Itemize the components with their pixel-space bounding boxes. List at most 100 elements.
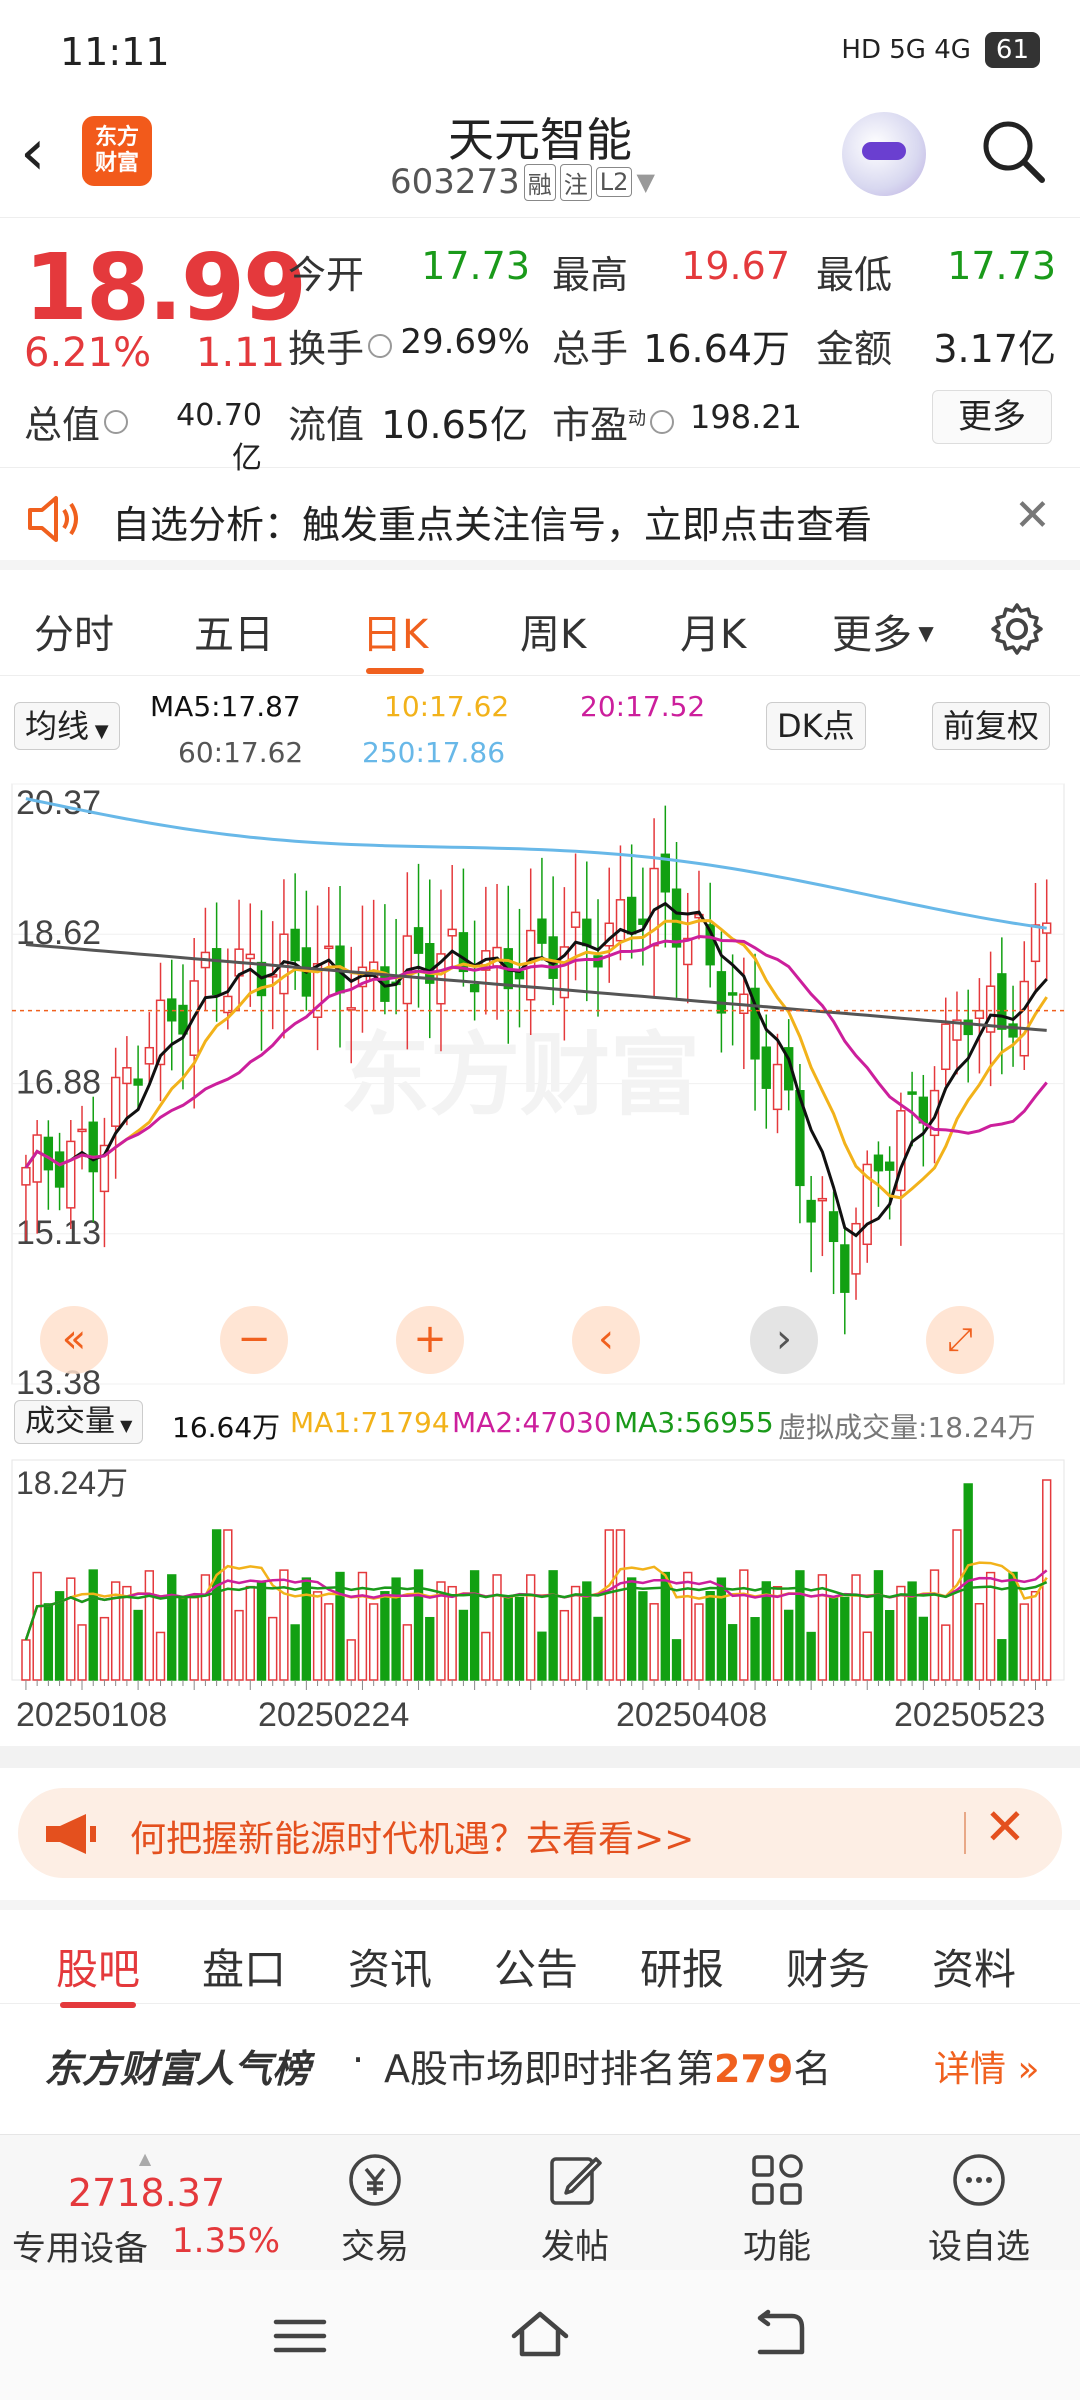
price-axis-label: 20.37 [16, 784, 101, 822]
volume-bar [234, 1609, 244, 1681]
close-icon[interactable]: ✕ [984, 1798, 1026, 1856]
stock-code-row[interactable]: 603273 融 注 L2 ▼ [390, 162, 655, 202]
tab-announcements[interactable]: 公告 [494, 1936, 578, 1997]
volume-bar [559, 1609, 570, 1681]
tab-research[interactable]: 研报 [640, 1936, 724, 1997]
rank-detail-link[interactable]: 详情 » [934, 2040, 1039, 2092]
candle-body [413, 927, 424, 954]
candle-body [245, 953, 255, 960]
volume-bar [391, 1577, 401, 1681]
ma10-label: 10:17.62 [384, 690, 510, 723]
volume-bar [54, 1591, 65, 1681]
volume-bar [346, 1639, 356, 1681]
ma-selector[interactable]: 均线 ▼ [14, 702, 120, 750]
volume-bar [1030, 1590, 1041, 1681]
info-icon[interactable] [650, 410, 675, 434]
volume-bar [985, 1571, 996, 1681]
volume-value-label: 16.64万 [172, 1411, 281, 1444]
promo-banner[interactable]: 何把握新能源时代机遇？去看看>> ✕ [18, 1788, 1062, 1878]
tab-pankou[interactable]: 盘口 [202, 1936, 286, 1997]
info-icon[interactable] [104, 410, 129, 434]
menu-icon[interactable] [270, 2314, 330, 2358]
volume-bar [122, 1585, 132, 1681]
assistant-robot-icon[interactable] [842, 112, 926, 196]
candle-body [110, 1076, 121, 1127]
promo-text: 何把握新能源时代机遇？去看看>> [130, 1819, 695, 1860]
open-value: 17.73 [421, 244, 530, 288]
tab-more[interactable]: 更多 ▼ [832, 602, 934, 660]
scroll-left-button[interactable]: ‹ [572, 1306, 640, 1374]
forward-adjust-button[interactable]: 前复权 [932, 702, 1051, 750]
status-time: 11:11 [60, 30, 170, 74]
tab-weekly-k[interactable]: 周K [520, 602, 586, 660]
gear-icon[interactable] [990, 602, 1044, 656]
volume-chart[interactable]: 18.24万 20250108 20250224 20250408 20250523 [0, 1452, 1080, 1772]
zoom-out-button[interactable]: − [220, 1306, 288, 1374]
search-icon[interactable] [978, 116, 1048, 186]
status-icons: HD 5G 4G 61 [841, 32, 1040, 68]
tab-guba[interactable]: 股吧 [56, 1936, 140, 2008]
status-bar: 11:11 HD 5G 4G 61 [0, 0, 1080, 100]
volume-bar [245, 1585, 255, 1681]
scroll-far-left-button[interactable]: « [40, 1306, 108, 1374]
stock-code: 603273 [390, 162, 520, 202]
popularity-rank[interactable]: 东方财富人气榜 · A股市场即时排名第279名 详情 » [0, 2004, 1080, 2114]
info-icon[interactable] [368, 334, 393, 358]
registration-tag: 注 [559, 163, 592, 201]
trade-button[interactable]: 交易 [300, 2149, 450, 2268]
candlestick-chart[interactable]: 20.3718.6216.8815.1313.38东方财富 [0, 776, 1080, 1456]
candle-body [570, 911, 581, 928]
ma250-line [25, 797, 1047, 930]
fullscreen-icon[interactable]: ⤢ [926, 1306, 994, 1374]
high-label: 最高 [552, 253, 629, 297]
functions-button[interactable]: 功能 [702, 2149, 852, 2268]
candle-body [211, 948, 222, 996]
eastmoney-logo[interactable]: 东方 财富 [82, 116, 152, 186]
content-tabs: 股吧 盘口 资讯 公告 研报 财务 资料 [0, 1900, 1080, 2008]
more-button[interactable]: 更多 [932, 390, 1052, 444]
volume-bar [873, 1570, 884, 1681]
back-icon[interactable] [748, 2308, 808, 2360]
tab-intraday[interactable]: 分时 [34, 602, 114, 660]
analysis-notice[interactable]: 自选分析：触发重点关注信号，立即点击查看 ✕ [0, 468, 1080, 570]
volume-value: 16.64万 [643, 327, 790, 371]
sector-pct: 1.35% [172, 2221, 281, 2261]
dropdown-icon: ▼ [89, 721, 109, 742]
volume-bar [155, 1631, 166, 1681]
signal-indicators: HD 5G 4G [841, 35, 971, 65]
volume-bar [189, 1596, 199, 1681]
candle-body [54, 1151, 65, 1188]
amount-value: 3.17亿 [933, 327, 1056, 371]
tab-monthly-k[interactable]: 月K [680, 602, 746, 660]
dropdown-icon: ▼ [912, 621, 934, 645]
scroll-right-button[interactable]: › [750, 1306, 818, 1374]
candle-body [840, 1244, 850, 1293]
candle-body [1030, 924, 1041, 963]
volume-bar [626, 1577, 637, 1681]
ma250-label: 250:17.86 [362, 736, 506, 769]
volume-bar [593, 1616, 603, 1681]
volume-bar [952, 1529, 962, 1681]
tab-five-day[interactable]: 五日 [194, 602, 274, 660]
volume-bar [88, 1569, 98, 1681]
volume-bar [570, 1585, 581, 1681]
add-watchlist-button[interactable]: 设自选 [904, 2149, 1054, 2268]
zoom-in-button[interactable]: + [396, 1306, 464, 1374]
dk-point-button[interactable]: DK点 [766, 702, 866, 750]
candle-body [907, 1091, 917, 1095]
tab-profile[interactable]: 资料 [932, 1936, 1016, 1997]
tab-daily-k[interactable]: 日K [362, 602, 428, 674]
volume-bar [772, 1585, 783, 1681]
volume-selector[interactable]: 成交量 ▼ [14, 1400, 144, 1444]
tab-news[interactable]: 资讯 [348, 1936, 432, 1997]
sector-index[interactable]: ▲ 2718.37 专用设备 1.35% [0, 2149, 290, 2269]
close-icon[interactable]: ✕ [1014, 490, 1051, 541]
volume-bar [548, 1570, 558, 1681]
volume-bar [784, 1609, 794, 1681]
back-arrow-icon[interactable]: ‹ [20, 118, 70, 188]
volume-bar [705, 1591, 715, 1681]
tab-finance[interactable]: 财务 [786, 1936, 870, 1997]
post-button[interactable]: 发帖 [500, 2149, 650, 2268]
open-label: 今开 [288, 253, 365, 297]
home-icon[interactable] [508, 2306, 572, 2362]
